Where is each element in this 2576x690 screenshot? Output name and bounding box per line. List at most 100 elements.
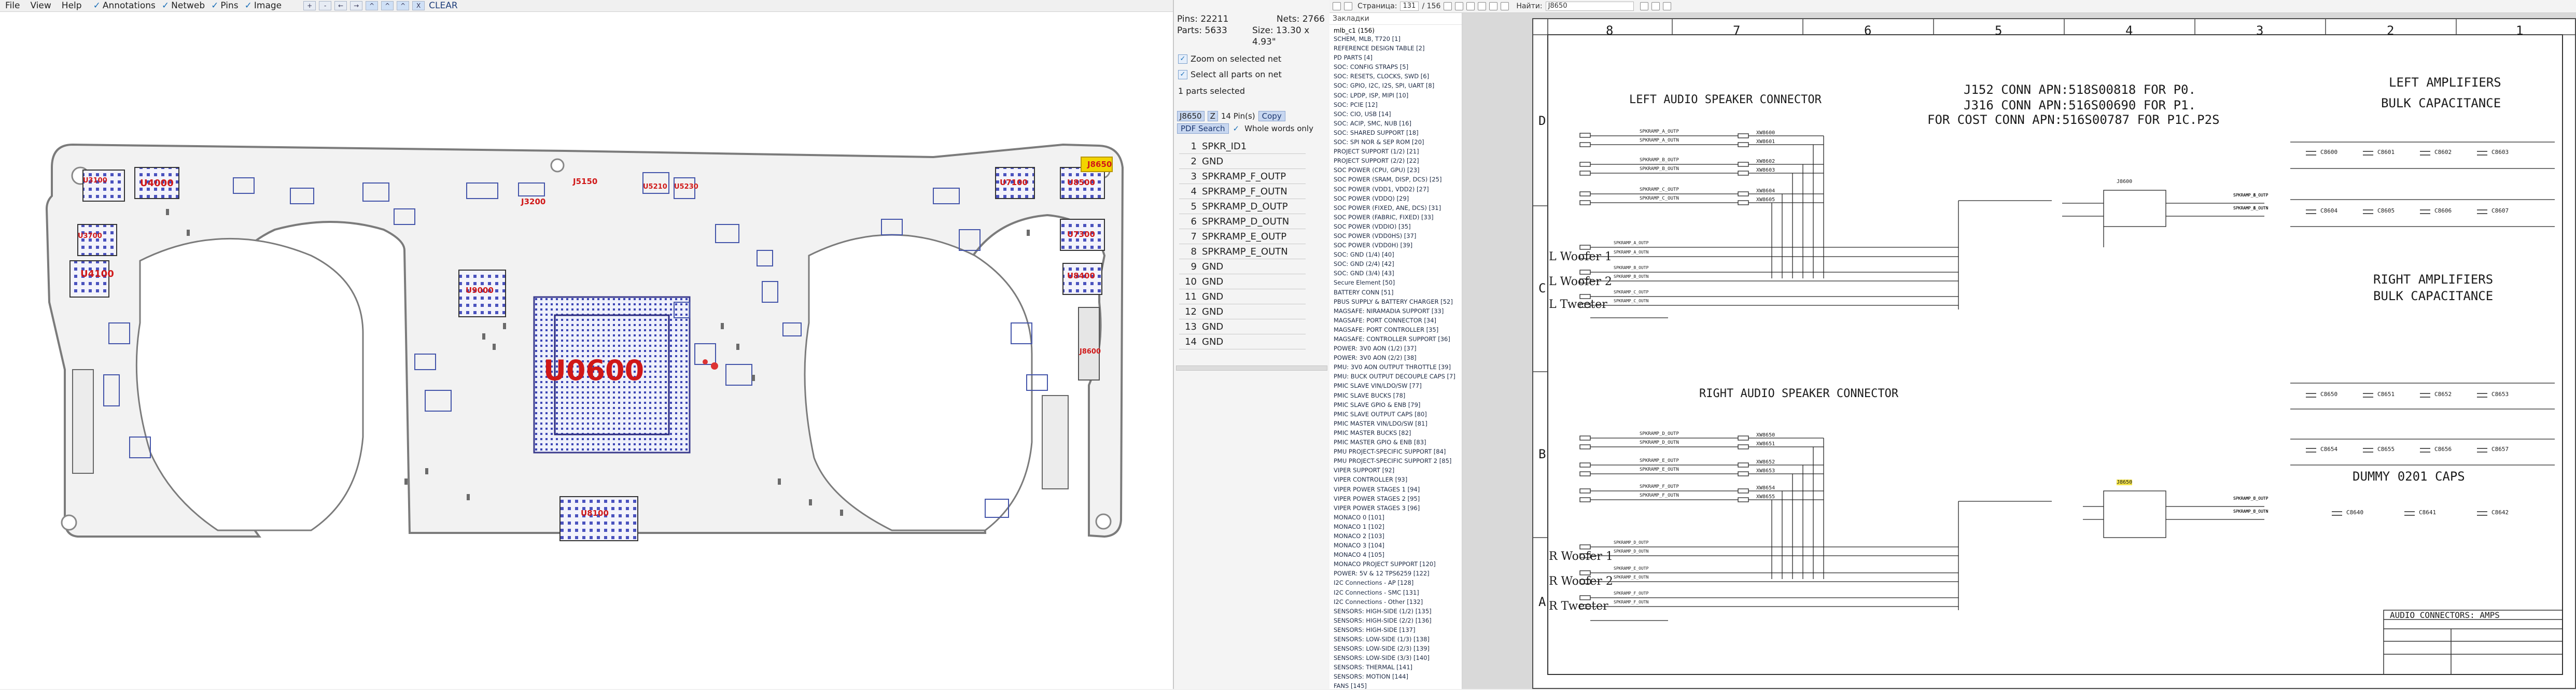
bookmark-item[interactable]: I2C Connections - SMC [131] [1334,588,1458,597]
bookmark-item[interactable]: SOC POWER (VDD0H) [39] [1334,241,1458,250]
bookmark-item[interactable]: PMIC MASTER VIN/LDO/SW [81] [1334,419,1458,428]
bookmark-item[interactable]: SOC: GPIO, I2C, I2S, SPI, UART [8] [1334,81,1458,90]
bookmark-item[interactable]: VIPER POWER STAGES 2 [95] [1334,494,1458,503]
bookmark-item[interactable]: VIPER POWER STAGES 1 [94] [1334,485,1458,494]
pin-row[interactable]: 6 SPKRAMP_D_OUTN [1179,214,1306,229]
fit-page-icon[interactable] [1466,2,1475,10]
pin-row[interactable]: 5 SPKRAMP_D_OUTP [1179,199,1306,214]
zoom-out-icon[interactable] [1501,2,1509,10]
next-page-icon[interactable] [1455,2,1464,10]
bookmark-item[interactable]: PMIC MASTER BUCKS [82] [1334,428,1458,438]
bookmark-item[interactable]: PD PARTS [4] [1334,53,1458,62]
part-label-soc[interactable]: U0600 [543,354,644,387]
netweb-toggle[interactable]: Netweb [171,1,205,11]
bookmark-item[interactable]: SOC: GND (3/4) [43] [1334,269,1458,278]
bookmark-item[interactable]: SOC: GND (2/4) [42] [1334,259,1458,269]
zoom-in-icon[interactable] [1489,2,1498,10]
bookmark-item[interactable]: PBUS SUPPLY & BATTERY CHARGER [52] [1334,297,1458,306]
part-label[interactable]: J3200 [521,197,545,206]
bookmark-item[interactable]: MONACO 3 [104] [1334,541,1458,550]
bookmark-item[interactable]: SOC: LPDP, ISP, MIPI [10] [1334,91,1458,100]
bookmark-item[interactable]: SCHEM, MLB, T720 [1] [1334,34,1458,44]
pin-row[interactable]: 8 SPKRAMP_E_OUTN [1179,244,1306,259]
bookmark-item[interactable]: FANS [145] [1334,681,1458,689]
bookmark-item[interactable]: SOC POWER (VDD0HS) [37] [1334,231,1458,241]
part-label[interactable]: U7300 [1067,230,1095,239]
bookmark-item[interactable]: POWER: 3V0 AON (1/2) [37] [1334,344,1458,353]
copy-button[interactable]: Copy [1258,111,1285,121]
bookmark-item[interactable]: I2C Connections - Other [132] [1334,597,1458,607]
menu-file[interactable]: File [0,1,25,11]
bookmark-item[interactable]: POWER: 3V0 AON (2/2) [38] [1334,353,1458,362]
bookmark-item[interactable]: VIPER SUPPORT [92] [1334,466,1458,475]
find-options-icon[interactable] [1662,2,1671,10]
part-label[interactable]: U4000 [140,178,174,189]
bookmark-item[interactable]: SOC: CIO, USB [14] [1334,109,1458,119]
part-label[interactable]: U5230 [674,183,698,191]
bookmark-item[interactable]: SOC POWER (FABRIC, FIXED) [33] [1334,213,1458,222]
bookmark-item[interactable]: MAGSAFE: PORT CONTROLLER [35] [1334,325,1458,334]
bookmark-item[interactable]: VIPER CONTROLLER [93] [1334,475,1458,484]
zoom-on-net-option[interactable]: ✓ Zoom on selected net [1178,54,1281,64]
rotate-right-button[interactable]: → [350,1,363,10]
pin-row[interactable]: 1 SPKR_ID1 [1179,139,1306,154]
bookmark-item[interactable]: SOC POWER (VDDIO) [35] [1334,222,1458,231]
bookmark-item[interactable]: I2C Connections - AP [128] [1334,578,1458,587]
select-all-parts-option[interactable]: ✓ Select all parts on net [1178,69,1282,79]
part-label[interactable]: U3100 [83,177,107,185]
bookmark-item[interactable]: SENSORS: MOTION [144] [1334,672,1458,681]
bookmark-item[interactable]: MONACO 4 [105] [1334,550,1458,559]
flip-button[interactable]: ^ [366,1,379,10]
image-check-icon[interactable]: ✓ [245,1,252,11]
bookmark-item[interactable]: SENSORS: HIGH-SIDE [137] [1334,625,1458,635]
page-number-input[interactable]: 131 [1400,2,1419,11]
bookmark-item[interactable]: Secure Element [50] [1334,278,1458,287]
pin-row[interactable]: 13 GND [1179,319,1306,334]
pins-check-icon[interactable]: ✓ [211,1,218,11]
whole-words-label[interactable]: Whole words only [1244,124,1313,133]
bookmark-item[interactable]: SOC: SPI NOR & SEP ROM [20] [1334,137,1458,147]
part-label[interactable]: U9000 [466,286,494,295]
zoom-out-button[interactable]: - [319,1,332,10]
bookmark-item[interactable]: BATTERY CONN [51] [1334,288,1458,297]
checkbox-check-icon[interactable]: ✓ [1178,54,1187,64]
zoom-in-button[interactable]: + [303,1,316,10]
pin-row[interactable]: 12 GND [1179,304,1306,319]
bookmark-item[interactable]: SOC POWER (VDDQ) [29] [1334,194,1458,203]
part-label[interactable]: U8100 [581,509,609,518]
part-label[interactable]: U8500 [1067,178,1095,187]
part-label[interactable]: U7100 [1000,178,1028,187]
bookmark-item[interactable]: MAGSAFE: PORT CONNECTOR [34] [1334,316,1458,325]
selected-part-name[interactable]: J8650 [1177,111,1205,121]
part-label[interactable]: U3700 [78,232,102,240]
close-x-button[interactable]: X [412,1,425,10]
pin-row[interactable]: 10 GND [1179,274,1306,289]
find-prev-icon[interactable] [1640,2,1648,10]
bookmark-item[interactable]: SENSORS: LOW-SIDE (2/3) [139] [1334,644,1458,653]
pin-row[interactable]: 2 GND [1179,154,1306,169]
bookmark-item[interactable]: SOC: CONFIG STRAPS [5] [1334,62,1458,72]
bookmark-item[interactable]: PMIC MASTER GPIO & ENB [83] [1334,438,1458,447]
top-side-button[interactable]: ^ [397,1,410,10]
bookmarks-root[interactable]: mlb_c1 (156) [1334,27,1458,34]
bookmark-item[interactable]: MONACO PROJECT SUPPORT [120] [1334,559,1458,569]
part-label[interactable]: J5150 [573,177,597,186]
bookmark-item[interactable]: SOC POWER (CPU, GPU) [23] [1334,165,1458,175]
schematic-viewport[interactable]: 8 7 6 5 4 3 2 1 D C B A LEFT AUDIO SPEAK… [1462,13,2576,689]
bookmark-item[interactable]: SOC: GND (1/4) [40] [1334,250,1458,259]
bookmark-item[interactable]: SENSORS: LOW-SIDE (1/3) [138] [1334,635,1458,644]
bookmark-item[interactable]: SOC POWER (SRAM, DISP, DCS) [25] [1334,175,1458,184]
annotations-toggle[interactable]: Annotations [103,1,156,11]
menu-help[interactable]: Help [57,1,87,11]
pin-row[interactable]: 4 SPKRAMP_F_OUTN [1179,184,1306,199]
bookmark-item[interactable]: SOC POWER (FIXED, ANE, DCS) [31] [1334,203,1458,213]
bookmark-item[interactable]: MONACO 2 [103] [1334,531,1458,541]
find-next-icon[interactable] [1651,2,1660,10]
part-label[interactable]: J8600 [1080,348,1101,356]
bookmark-item[interactable]: MAGSAFE: NIRAMADIA SUPPORT [33] [1334,306,1458,316]
prev-page-icon[interactable] [1444,2,1452,10]
menu-view[interactable]: View [25,1,56,11]
fit-width-icon[interactable] [1478,2,1487,10]
bookmark-item[interactable]: SENSORS: HIGH-SIDE (1/2) [135] [1334,607,1458,616]
rotate-left-button[interactable]: ← [334,1,347,10]
